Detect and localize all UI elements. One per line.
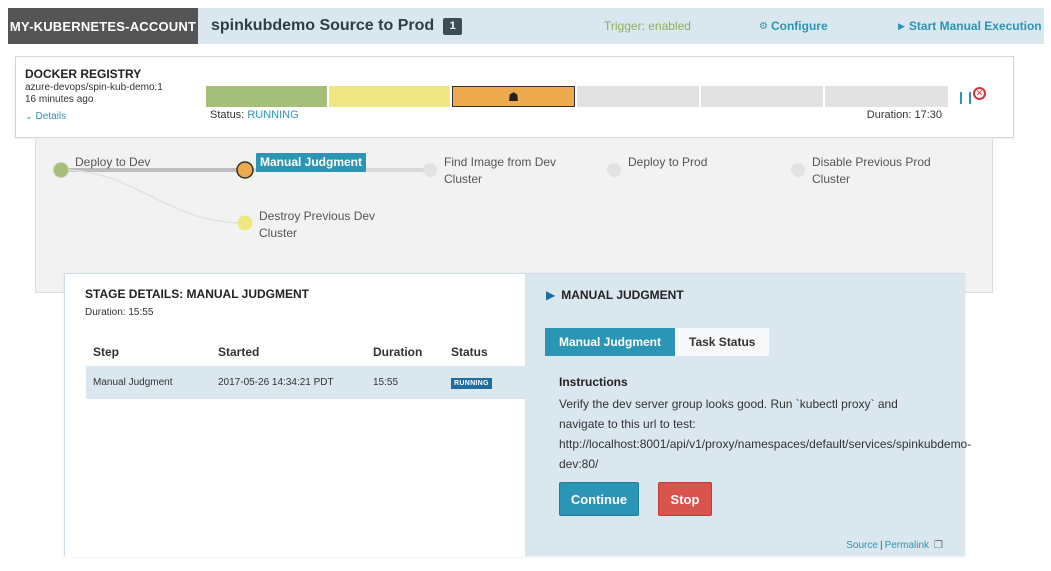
stage-segment-deploy-to-prod[interactable] xyxy=(701,86,823,107)
caret-right-icon: ▶ xyxy=(546,288,556,302)
find-image-line1: Find Image from Dev xyxy=(444,155,557,169)
node-label-destroy-previous[interactable]: Destroy Previous Dev Cluster xyxy=(259,208,375,242)
stage-details-summary: STAGE DETAILS: MANUAL JUDGMENT Duration:… xyxy=(65,274,525,557)
trigger-image: azure-devops/spin-kub-demo:1 xyxy=(25,82,163,93)
destroy-previous-line2: Cluster xyxy=(259,226,298,240)
table-row[interactable]: Manual Judgment 2017-05-26 14:34:21 PDT … xyxy=(86,366,525,399)
gear-icon: ⚙ xyxy=(759,20,768,32)
step-duration: 15:55 xyxy=(373,366,451,399)
configure-link[interactable]: ⚙ Configure xyxy=(759,8,828,44)
status-value: RUNNING xyxy=(247,109,299,121)
node-label-manual-judgment[interactable]: Manual Judgment xyxy=(256,153,367,172)
stage-details-duration: Duration: 15:55 xyxy=(85,307,154,318)
chevron-down-icon: ⌄ xyxy=(25,111,33,121)
pause-icon[interactable]: ❙❙ xyxy=(956,90,975,104)
start-manual-execution-link[interactable]: ▶ Start Manual Execution xyxy=(898,8,1042,44)
trigger-status[interactable]: Trigger: enabled xyxy=(604,8,691,44)
instructions-heading: Instructions xyxy=(559,375,628,389)
footer-links: Source | Permalink ❐ xyxy=(846,540,943,551)
tab-task-status[interactable]: Task Status xyxy=(675,328,770,356)
node-label-deploy-to-dev[interactable]: Deploy to Dev xyxy=(75,154,150,171)
pipeline-header: MY-KUBERNETES-ACCOUNT spinkubdemo Source… xyxy=(8,8,1044,44)
find-image-line2: Cluster xyxy=(444,172,483,186)
clipboard-icon[interactable]: ❐ xyxy=(934,540,943,551)
stop-button[interactable]: Stop xyxy=(658,482,712,516)
start-manual-execution-label: Start Manual Execution xyxy=(908,19,1042,33)
column-duration: Duration xyxy=(373,345,423,359)
stage-details-panel: STAGE DETAILS: MANUAL JUDGMENT Duration:… xyxy=(64,273,971,557)
column-status: Status xyxy=(451,345,488,359)
disable-previous-line2: Cluster xyxy=(812,172,851,186)
step-started: 2017-05-26 14:34:21 PDT xyxy=(218,366,373,399)
steps-table: Step Started Duration Status Manual Judg… xyxy=(86,338,525,399)
column-step: Step xyxy=(93,345,120,359)
manual-judgment-tabs: Manual Judgment Task Status xyxy=(545,328,770,356)
cancel-icon[interactable]: ✕ xyxy=(973,87,986,100)
instructions-line4: dev:80/ xyxy=(559,457,599,471)
tab-manual-judgment[interactable]: Manual Judgment xyxy=(545,328,676,356)
person-icon: ☗ xyxy=(508,89,519,104)
stage-segment-deploy-to-dev[interactable] xyxy=(206,86,327,107)
node-find-image xyxy=(423,163,437,177)
instructions-line2: navigate to this url to test: xyxy=(559,417,696,431)
manual-judgment-panel: ▶ MANUAL JUDGMENT Manual Judgment Task S… xyxy=(525,274,971,556)
node-destroy-previous xyxy=(237,215,253,231)
stage-segment-destroy-previous-dev[interactable] xyxy=(329,86,450,107)
step-name: Manual Judgment xyxy=(86,366,218,399)
execution-duration: Duration: 17:30 xyxy=(866,109,942,121)
disable-previous-line1: Disable Previous Prod xyxy=(812,155,931,169)
trigger-time: 16 minutes ago xyxy=(25,94,94,105)
execution-count-badge: 1 xyxy=(443,17,463,35)
manual-judgment-title[interactable]: ▶ MANUAL JUDGMENT xyxy=(546,288,684,302)
status-label: Status: xyxy=(210,109,245,121)
manual-judgment-title-text: MANUAL JUDGMENT xyxy=(561,288,684,302)
trigger-type: DOCKER REGISTRY xyxy=(25,67,142,81)
stage-details-title: STAGE DETAILS: MANUAL JUDGMENT xyxy=(85,287,309,301)
details-toggle[interactable]: ⌄ Details xyxy=(25,111,66,122)
instructions-line1: Verify the dev server group looks good. … xyxy=(559,397,898,411)
permalink-link[interactable]: Permalink xyxy=(885,540,929,551)
destroy-previous-line1: Destroy Previous Dev xyxy=(259,209,376,223)
instructions-line3: http://localhost:8001/api/v1/proxy/names… xyxy=(559,437,972,451)
instructions-text: Verify the dev server group looks good. … xyxy=(559,394,1039,474)
edge-dev-to-destroy xyxy=(60,169,246,224)
stage-segment-manual-judgment[interactable]: ☗ xyxy=(452,86,575,107)
pipeline-name: spinkubdemo Source to Prod xyxy=(211,17,435,34)
continue-button[interactable]: Continue xyxy=(559,482,639,516)
stage-segment-find-image[interactable] xyxy=(577,86,699,107)
node-deploy-to-dev xyxy=(53,162,69,178)
status-badge: RUNNING xyxy=(451,377,492,389)
steps-table-header: Step Started Duration Status xyxy=(86,338,525,366)
execution-status: Status: RUNNING xyxy=(210,109,299,121)
stage-progress-bar: ☗ xyxy=(206,86,948,107)
node-manual-judgment xyxy=(236,161,254,179)
stage-segment-disable-previous[interactable] xyxy=(825,86,948,107)
node-label-find-image[interactable]: Find Image from Dev Cluster xyxy=(444,154,556,188)
execution-card: DOCKER REGISTRY azure-devops/spin-kub-de… xyxy=(15,56,1014,138)
pipeline-title: spinkubdemo Source to Prod 1 xyxy=(211,8,463,44)
details-label: Details xyxy=(35,111,67,122)
step-status: RUNNING xyxy=(451,366,525,399)
source-link[interactable]: Source xyxy=(846,540,878,551)
pipeline-graph: Deploy to Dev Manual Judgment Find Image… xyxy=(35,139,993,293)
account-tab[interactable]: MY-KUBERNETES-ACCOUNT xyxy=(8,8,198,44)
link-separator: | xyxy=(879,540,883,551)
configure-label: Configure xyxy=(770,19,828,33)
node-label-disable-previous[interactable]: Disable Previous Prod Cluster xyxy=(812,154,931,188)
node-label-deploy-to-prod[interactable]: Deploy to Prod xyxy=(628,154,707,171)
node-deploy-to-prod xyxy=(607,163,621,177)
column-started: Started xyxy=(218,345,260,359)
play-icon: ▶ xyxy=(898,20,905,31)
node-disable-previous xyxy=(791,163,805,177)
